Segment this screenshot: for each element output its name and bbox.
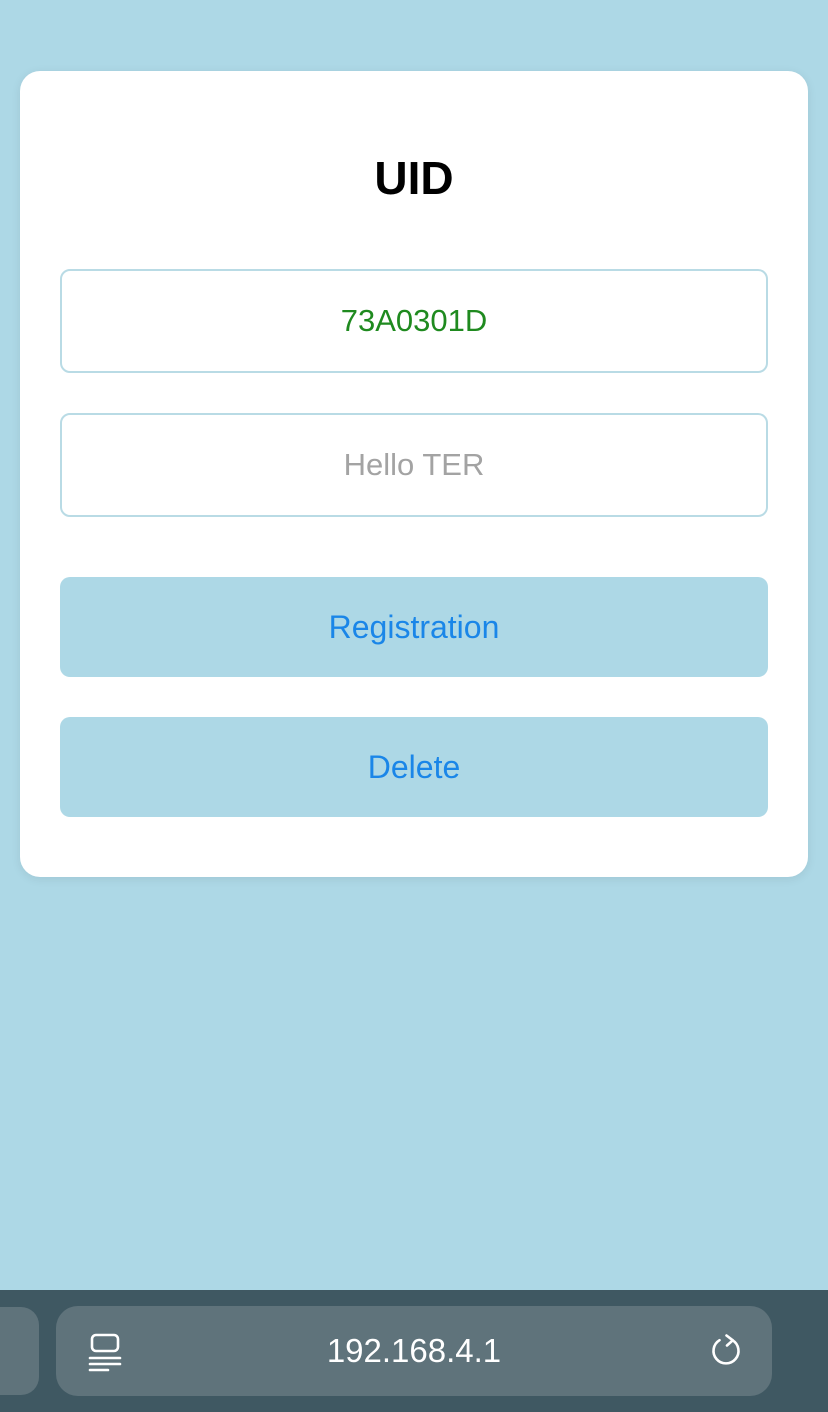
previous-tab-preview[interactable] — [0, 1307, 39, 1395]
uid-input[interactable] — [60, 269, 768, 373]
reload-icon[interactable] — [708, 1333, 744, 1369]
address-bar[interactable]: 192.168.4.1 — [56, 1306, 772, 1396]
page-title: UID — [374, 152, 454, 204]
delete-button[interactable]: Delete — [60, 717, 768, 817]
url-text: 192.168.4.1 — [326, 1332, 502, 1369]
browser-toolbar: 192.168.4.1 — [0, 1290, 828, 1412]
name-input[interactable] — [60, 413, 768, 517]
registration-button[interactable]: Registration — [60, 577, 768, 677]
